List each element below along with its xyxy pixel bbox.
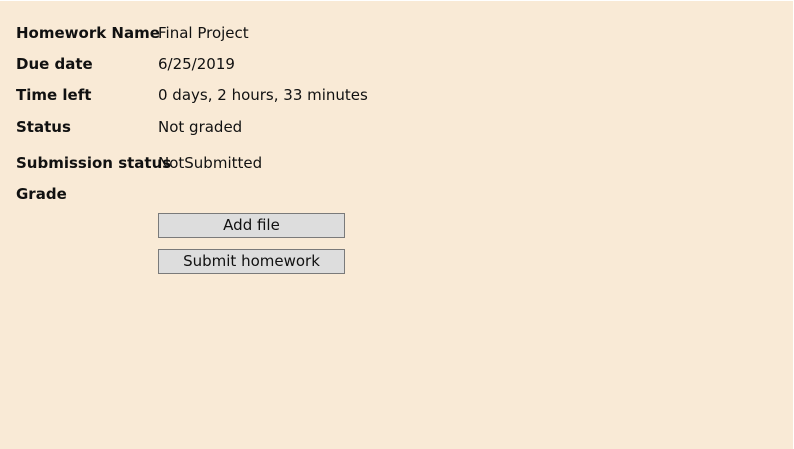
due-date-value: 6/25/2019 [158, 55, 235, 73]
submission-status-value: NotSubmitted [158, 154, 263, 172]
submission-status-label: Submission status [16, 154, 172, 172]
submit-homework-button[interactable]: Submit homework [158, 249, 345, 274]
grade-label: Grade [16, 185, 67, 203]
status-label: Status [16, 118, 71, 136]
homework-name-label: Homework Name [16, 24, 160, 42]
homework-details-panel: Homework Name Final Project Due date 6/2… [0, 0, 794, 449]
time-left-label: Time left [16, 86, 92, 104]
status-value: Not graded [158, 118, 243, 136]
add-file-button[interactable]: Add file [158, 213, 345, 238]
time-left-value: 0 days, 2 hours, 33 minutes [158, 86, 368, 104]
homework-name-value: Final Project [158, 24, 249, 42]
due-date-label: Due date [16, 55, 93, 73]
